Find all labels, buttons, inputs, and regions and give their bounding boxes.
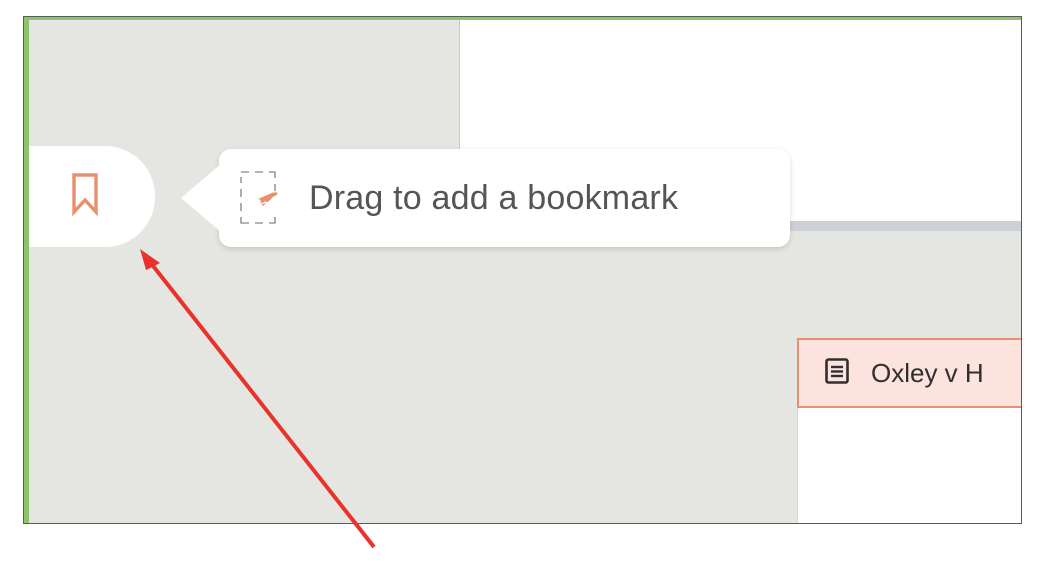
document-icon (825, 357, 849, 389)
tooltip-pointer (181, 164, 221, 232)
document-content-area (797, 408, 1021, 523)
tooltip-text: Drag to add a bookmark (309, 178, 679, 217)
document-tab[interactable]: Oxley v H (797, 338, 1021, 408)
bookmark-tooltip: Drag to add a bookmark (181, 149, 790, 247)
app-frame: Oxley v H Drag to add a bookmark (23, 16, 1022, 524)
bookmark-tab-button[interactable] (29, 146, 155, 247)
window-left-border (24, 17, 29, 523)
bookmark-icon (71, 172, 99, 221)
document-tab-title: Oxley v H (871, 357, 984, 388)
drag-arrow-icon (239, 169, 279, 227)
